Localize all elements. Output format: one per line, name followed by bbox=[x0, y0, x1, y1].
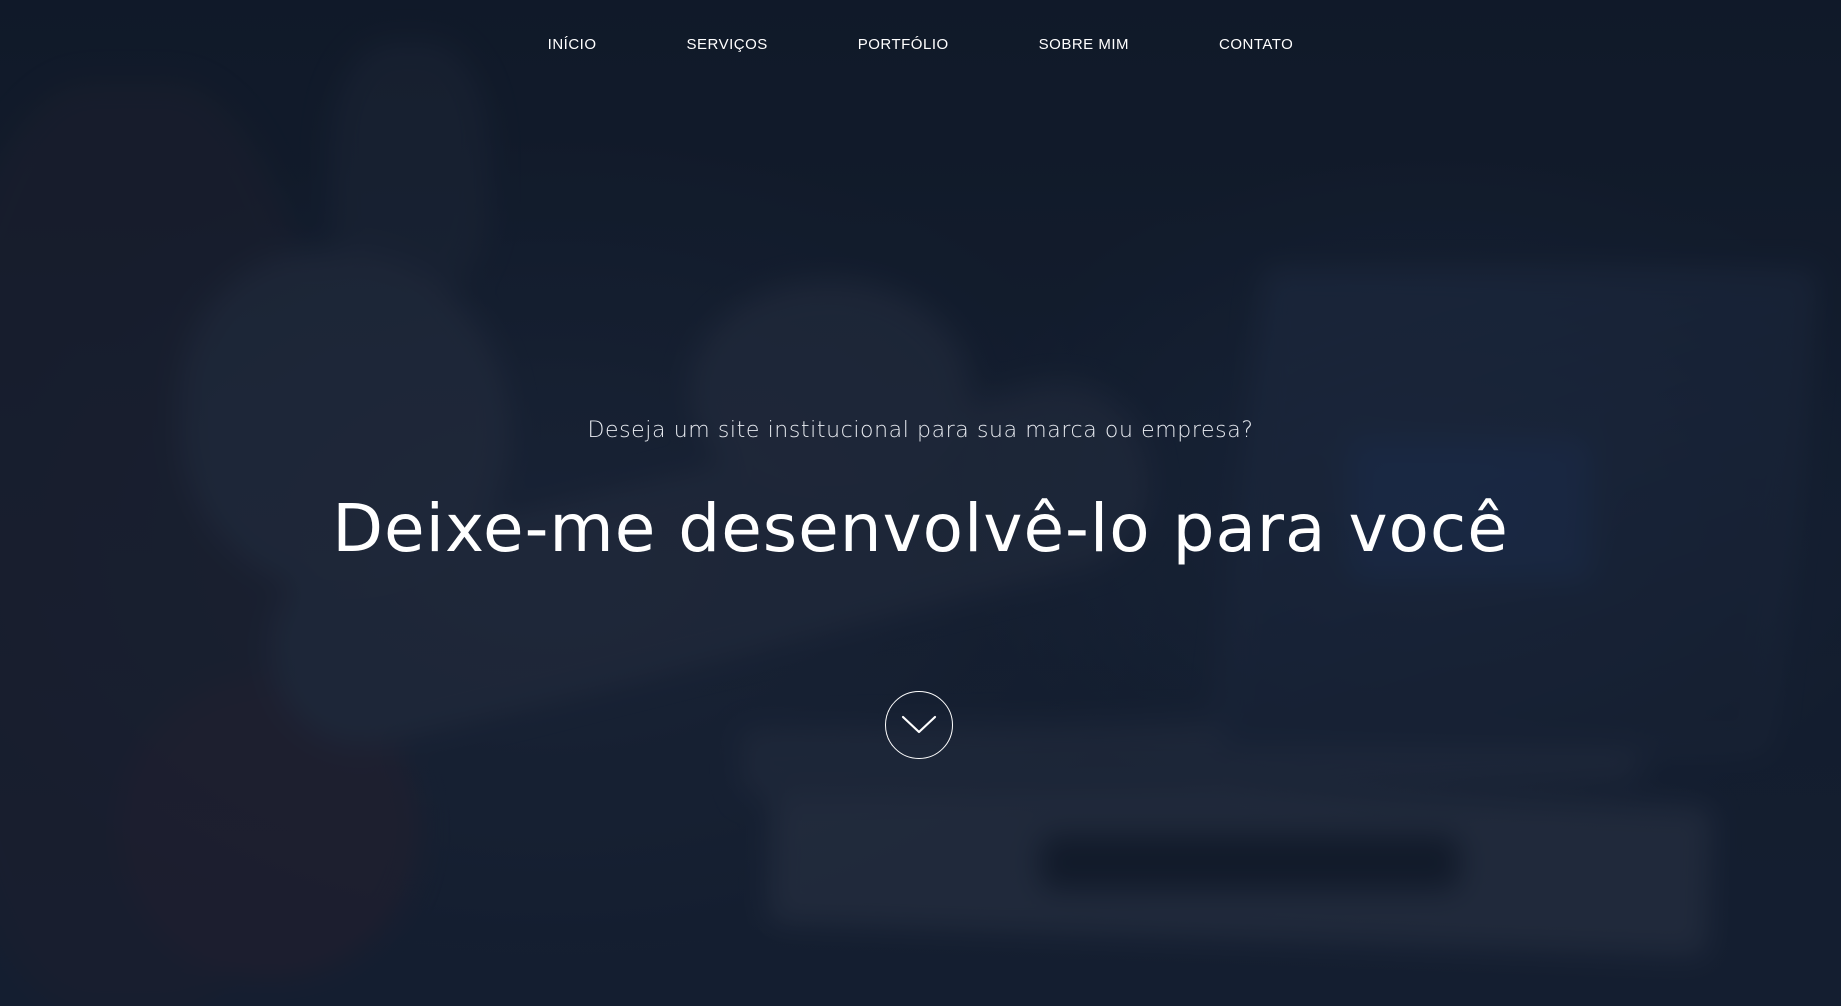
hero-content: Deseja um site institucional para sua ma… bbox=[0, 0, 1841, 1006]
hero-headline: Deixe-me desenvolvê-lo para você bbox=[332, 490, 1509, 567]
nav-item-sobre-mim[interactable]: SOBRE MIM bbox=[1039, 36, 1129, 53]
hero-section: INÍCIO SERVIÇOS PORTFÓLIO SOBRE MIM CONT… bbox=[0, 0, 1841, 1006]
hero-tagline: Deseja um site institucional para sua ma… bbox=[587, 418, 1254, 443]
nav-item-servicos[interactable]: SERVIÇOS bbox=[687, 36, 768, 53]
scroll-down-button[interactable] bbox=[885, 691, 953, 759]
nav-item-inicio[interactable]: INÍCIO bbox=[548, 36, 597, 53]
nav-item-portfolio[interactable]: PORTFÓLIO bbox=[858, 36, 949, 53]
main-navigation: INÍCIO SERVIÇOS PORTFÓLIO SOBRE MIM CONT… bbox=[0, 0, 1841, 88]
chevron-down-icon bbox=[901, 715, 937, 734]
nav-item-contato[interactable]: CONTATO bbox=[1219, 36, 1293, 53]
